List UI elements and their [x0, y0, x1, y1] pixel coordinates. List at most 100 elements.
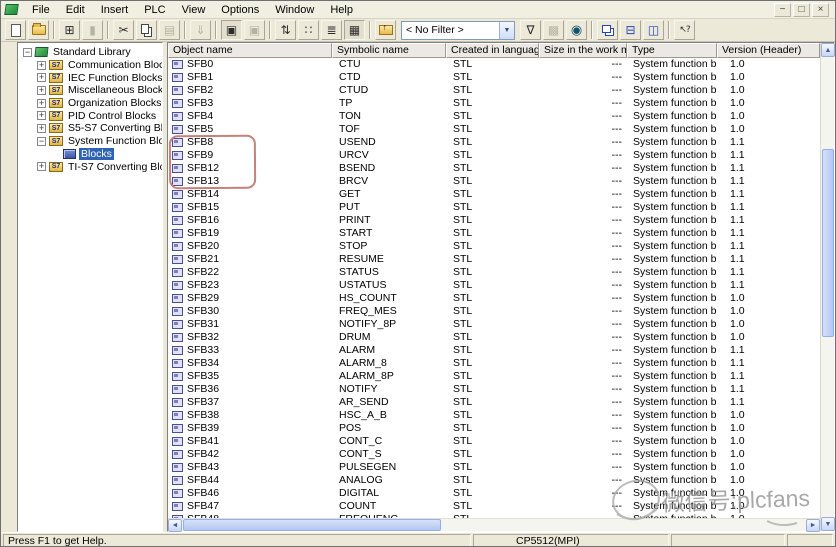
tree-item-communication-blocks[interactable]: +S7Communication Blocks [18, 59, 162, 72]
menu-options[interactable]: Options [213, 2, 267, 18]
table-row[interactable]: SFB9URCVSTL---System function block1.1 [168, 149, 820, 162]
open-file-button[interactable] [28, 20, 49, 40]
expand-icon[interactable]: + [37, 111, 46, 120]
table-row[interactable]: SFB14GETSTL---System function block1.1 [168, 188, 820, 201]
table-row[interactable]: SFB36NOTIFYSTL---System function block1.… [168, 383, 820, 396]
vertical-scrollbar[interactable]: ▲ ▼ [820, 43, 834, 531]
table-row[interactable]: SFB48FREQUENCSTL---System function block… [168, 513, 820, 518]
scroll-down-icon[interactable]: ▼ [821, 517, 835, 531]
table-row[interactable]: SFB2CTUDSTL---System function block1.0 [168, 84, 820, 97]
table-row[interactable]: SFB29HS_COUNTSTL---System function block… [168, 292, 820, 305]
tree-item-s5-s7-converting-blocks[interactable]: +S7S5-S7 Converting Blocks [18, 122, 162, 135]
column-header-type[interactable]: Type [627, 43, 717, 58]
split-vertical-button[interactable]: ◫ [643, 20, 664, 40]
menu-insert[interactable]: Insert [93, 2, 137, 18]
horizontal-scrollbar[interactable]: ◄ ► [168, 518, 820, 531]
table-row[interactable]: SFB34ALARM_8STL---System function block1… [168, 357, 820, 370]
online-button[interactable]: ▣ [221, 20, 242, 40]
download-button[interactable]: ⇓ [190, 20, 211, 40]
chevron-down-icon[interactable]: ▼ [499, 22, 514, 39]
tree-item-pid-control-blocks[interactable]: +S7PID Control Blocks [18, 109, 162, 122]
table-row[interactable]: SFB4TONSTL---System function block1.0 [168, 110, 820, 123]
table-row[interactable]: SFB41CONT_CSTL---System function block1.… [168, 435, 820, 448]
table-row[interactable]: SFB16PRINTSTL---System function block1.1 [168, 214, 820, 227]
expand-icon[interactable]: + [37, 61, 46, 70]
column-header-created-in-language[interactable]: Created in language [446, 43, 539, 58]
tree-item-system-function-blocks[interactable]: −S7System Function Blocks [18, 135, 162, 148]
tree-item-blocks[interactable]: Blocks [18, 148, 162, 161]
table-row[interactable]: SFB39POSSTL---System function block1.0 [168, 422, 820, 435]
table-row[interactable]: SFB43PULSEGENSTL---System function block… [168, 461, 820, 474]
table-row[interactable]: SFB8USENDSTL---System function block1.1 [168, 136, 820, 149]
hscroll-thumb[interactable] [183, 519, 441, 531]
scroll-left-icon[interactable]: ◄ [168, 519, 182, 532]
copy-button[interactable] [136, 20, 157, 40]
hscroll-track[interactable] [182, 519, 806, 531]
tree-item-ti-s7-converting-blocks[interactable]: +S7TI-S7 Converting Blocks [18, 160, 162, 173]
sort-button[interactable]: ⇅ [275, 20, 296, 40]
expand-icon[interactable]: + [37, 73, 46, 82]
up-one-level-button[interactable] [375, 20, 396, 40]
expand-icon[interactable]: + [37, 86, 46, 95]
restore-button[interactable]: □ [793, 3, 810, 17]
collapse-icon[interactable]: − [37, 137, 46, 146]
table-row[interactable]: SFB47COUNTSTL---System function block1.0 [168, 500, 820, 513]
table-row[interactable]: SFB12BSENDSTL---System function block1.1 [168, 162, 820, 175]
offline-button[interactable]: ▣ [244, 20, 265, 40]
menu-window[interactable]: Window [267, 2, 322, 18]
filter-combobox[interactable]: < No Filter > ▼ [401, 21, 515, 40]
table-row[interactable]: SFB31NOTIFY_8PSTL---System function bloc… [168, 318, 820, 331]
table-row[interactable]: SFB44ANALOGSTL---System function block1.… [168, 474, 820, 487]
menu-help[interactable]: Help [322, 2, 361, 18]
vscroll-thumb[interactable] [822, 149, 834, 337]
details-view-button[interactable]: ▦ [344, 20, 365, 40]
table-row[interactable]: SFB0CTUSTL---System function block1.0 [168, 58, 820, 71]
help-pointer-button[interactable]: ↖? [674, 20, 695, 40]
new-file-button[interactable] [5, 20, 26, 40]
scroll-right-icon[interactable]: ► [806, 519, 820, 532]
scroll-up-icon[interactable]: ▲ [821, 43, 835, 57]
menu-plc[interactable]: PLC [136, 2, 173, 18]
paste-button[interactable]: ▤ [159, 20, 180, 40]
table-row[interactable]: SFB30FREQ_MESSTL---System function block… [168, 305, 820, 318]
close-button[interactable]: × [812, 3, 829, 17]
list-view-button[interactable]: ≣ [321, 20, 342, 40]
vscroll-track[interactable] [821, 57, 834, 517]
cascade-windows-button[interactable] [597, 20, 618, 40]
table-row[interactable]: SFB20STOPSTL---System function block1.1 [168, 240, 820, 253]
accessible-nodes-button[interactable]: ⊞ [59, 20, 80, 40]
column-header-size-in-the-work-me-[interactable]: Size in the work me... [539, 43, 627, 58]
menu-file[interactable]: File [24, 2, 58, 18]
split-horizontal-button[interactable]: ⊟ [620, 20, 641, 40]
table-row[interactable]: SFB46DIGITALSTL---System function block1… [168, 487, 820, 500]
large-icons-view-button[interactable]: ∷ [298, 20, 319, 40]
table-row[interactable]: SFB19STARTSTL---System function block1.1 [168, 227, 820, 240]
table-row[interactable]: SFB32DRUMSTL---System function block1.0 [168, 331, 820, 344]
column-header-version-header-[interactable]: Version (Header) [717, 43, 820, 58]
table-row[interactable]: SFB35ALARM_8PSTL---System function block… [168, 370, 820, 383]
tree-item-organization-blocks[interactable]: +S7Organization Blocks [18, 97, 162, 110]
memory-card-button[interactable]: ▮ [82, 20, 103, 40]
table-row[interactable]: SFB13BRCVSTL---System function block1.1 [168, 175, 820, 188]
expand-icon[interactable]: + [37, 162, 46, 171]
table-row[interactable]: SFB5TOFSTL---System function block1.0 [168, 123, 820, 136]
table-row[interactable]: SFB22STATUSSTL---System function block1.… [168, 266, 820, 279]
collapse-icon[interactable]: − [23, 48, 32, 57]
table-row[interactable]: SFB37AR_SENDSTL---System function block1… [168, 396, 820, 409]
table-row[interactable]: SFB1CTDSTL---System function block1.0 [168, 71, 820, 84]
column-header-object-name[interactable]: Object name [168, 43, 332, 58]
set-filter-button[interactable]: ∇ [520, 20, 541, 40]
netpro-button[interactable]: ◉ [566, 20, 587, 40]
table-row[interactable]: SFB23USTATUSSTL---System function block1… [168, 279, 820, 292]
simulate-modules-button[interactable]: ▩ [543, 20, 564, 40]
menu-view[interactable]: View [174, 2, 214, 18]
table-row[interactable]: SFB15PUTSTL---System function block1.1 [168, 201, 820, 214]
tree-item-miscellaneous-blocks[interactable]: +S7Miscellaneous Blocks [18, 84, 162, 97]
table-row[interactable]: SFB21RESUMESTL---System function block1.… [168, 253, 820, 266]
tree-item-standard-library[interactable]: −Standard Library [18, 46, 162, 59]
menu-edit[interactable]: Edit [58, 2, 93, 18]
column-header-symbolic-name[interactable]: Symbolic name [332, 43, 446, 58]
tree-item-iec-function-blocks[interactable]: +S7IEC Function Blocks [18, 71, 162, 84]
table-row[interactable]: SFB38HSC_A_BSTL---System function block1… [168, 409, 820, 422]
minimize-button[interactable]: − [774, 3, 791, 17]
